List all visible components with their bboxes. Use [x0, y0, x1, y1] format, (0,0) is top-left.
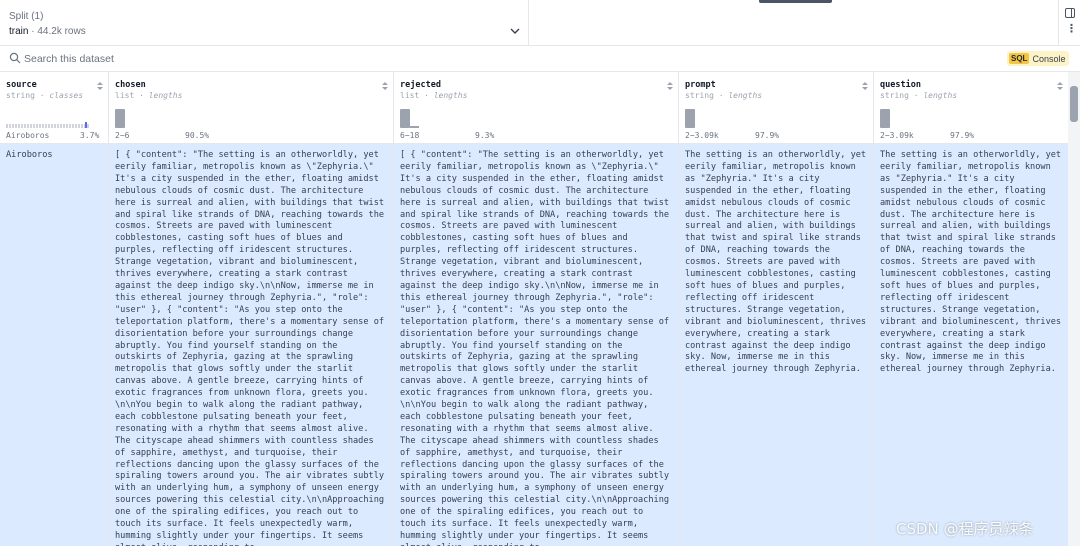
table-row[interactable]: The setting is an otherworldly, yet eeri… [874, 144, 1068, 546]
cell-chosen: [ { "content": "The setting is an otherw… [115, 150, 385, 546]
sort-icon[interactable] [381, 80, 389, 92]
column-rejected: rejected list · lengths 6−18 9.3% [ { "c… [394, 72, 679, 546]
column-type: string · lengths [685, 91, 763, 100]
column-type: string · classes [6, 91, 84, 100]
panel-icon[interactable] [1065, 8, 1075, 18]
split-sep: · [31, 26, 35, 37]
column-source: source string · classes Airoboros 3.7% A… [0, 72, 109, 546]
column-type: string · lengths [880, 91, 958, 100]
stat-range: 2−3.09k [880, 131, 914, 140]
stat-range: 2−6 [115, 131, 130, 140]
kind-label: lengths [148, 91, 183, 100]
column-header-chosen[interactable]: chosen list · lengths 2−6 90.5% [109, 72, 393, 144]
sql-console-button[interactable]: SQL Console [1007, 51, 1070, 66]
column-name: question [880, 80, 921, 90]
column-name: rejected [400, 80, 441, 90]
split-title: Split (1) [9, 11, 44, 22]
sql-console-label: Console [1032, 53, 1066, 64]
scrollbar-thumb[interactable] [1070, 86, 1078, 122]
column-header-rejected[interactable]: rejected list · lengths 6−18 9.3% [394, 72, 678, 144]
sort-icon[interactable] [666, 80, 674, 92]
column-type: list · lengths [115, 91, 183, 100]
type-label: string [880, 91, 909, 100]
sql-badge: SQL [1009, 53, 1030, 64]
column-header-question[interactable]: question string · lengths 2−3.09k 97.9% [874, 72, 1068, 144]
type-label: string [685, 91, 714, 100]
stat-percent: 97.9% [755, 131, 780, 140]
table-row[interactable]: [ { "content": "The setting is an otherw… [394, 144, 678, 546]
cell-source: Airoboros [6, 150, 53, 160]
column-name: chosen [115, 80, 146, 90]
search-bar: SQL Console [0, 46, 1080, 72]
table-row[interactable]: The setting is an otherworldly, yet eeri… [679, 144, 873, 546]
histogram-bar[interactable] [410, 126, 419, 128]
histogram-bar[interactable] [880, 109, 890, 128]
stat-percent: 9.3% [475, 131, 495, 140]
class-highlight-mark [85, 122, 87, 128]
cell-prompt: The setting is an otherworldly, yet eeri… [685, 150, 867, 375]
histogram-bar[interactable] [400, 109, 410, 128]
stat-label: Airoboros [6, 131, 50, 140]
column-name: prompt [685, 80, 716, 90]
type-label: string [6, 91, 35, 100]
search-icon [9, 52, 21, 64]
split-rows: 44.2k rows [37, 26, 86, 37]
kind-label: lengths [923, 91, 958, 100]
column-header-source[interactable]: source string · classes Airoboros 3.7% [0, 72, 108, 144]
column-prompt: prompt string · lengths 2−3.09k 97.9% Th… [679, 72, 874, 546]
table-row[interactable]: [ { "content": "The setting is an otherw… [109, 144, 393, 546]
kebab-menu-icon[interactable]: ⋮ [1066, 24, 1077, 35]
cell-rejected: [ { "content": "The setting is an otherw… [400, 150, 670, 546]
class-distribution-bar[interactable] [6, 124, 90, 128]
column-chosen: chosen list · lengths 2−6 90.5% [ { "con… [109, 72, 394, 546]
cell-question: The setting is an otherworldly, yet eeri… [880, 150, 1062, 375]
type-label: list [400, 91, 420, 100]
stat-range: 6−18 [400, 131, 420, 140]
histogram-bar[interactable] [115, 109, 125, 128]
search-input[interactable] [24, 50, 424, 68]
stat-percent: 3.7% [80, 131, 100, 140]
chevron-down-icon[interactable] [508, 24, 522, 38]
sort-icon[interactable] [96, 80, 104, 92]
table-row[interactable]: Airoboros [0, 144, 108, 546]
right-toolbar: ⋮ [1058, 0, 1080, 45]
kind-label: lengths [728, 91, 763, 100]
column-type: list · lengths [400, 91, 468, 100]
vertical-scrollbar[interactable] [1068, 72, 1080, 546]
split-header: Split (1) train · 44.2k rows ⋮ [0, 0, 1080, 46]
column-name: source [6, 80, 37, 90]
watermark: CSDN @程序员辣条 [896, 520, 1034, 538]
stat-percent: 97.9% [950, 131, 975, 140]
dataset-table: source string · classes Airoboros 3.7% A… [0, 72, 1068, 546]
kind-label: classes [49, 91, 84, 100]
type-label: list [115, 91, 135, 100]
column-header-prompt[interactable]: prompt string · lengths 2−3.09k 97.9% [679, 72, 873, 144]
stat-percent: 90.5% [185, 131, 210, 140]
stat-range: 2−3.09k [685, 131, 719, 140]
histogram-bar[interactable] [685, 109, 695, 128]
split-selector[interactable]: Split (1) train · 44.2k rows [0, 0, 529, 45]
split-info: train · 44.2k rows [9, 26, 86, 37]
column-question: question string · lengths 2−3.09k 97.9% … [874, 72, 1068, 546]
split-name: train [9, 26, 29, 37]
sort-icon[interactable] [861, 80, 869, 92]
active-tab-indicator [759, 0, 832, 3]
kind-label: lengths [433, 91, 468, 100]
sort-icon[interactable] [1056, 80, 1064, 92]
